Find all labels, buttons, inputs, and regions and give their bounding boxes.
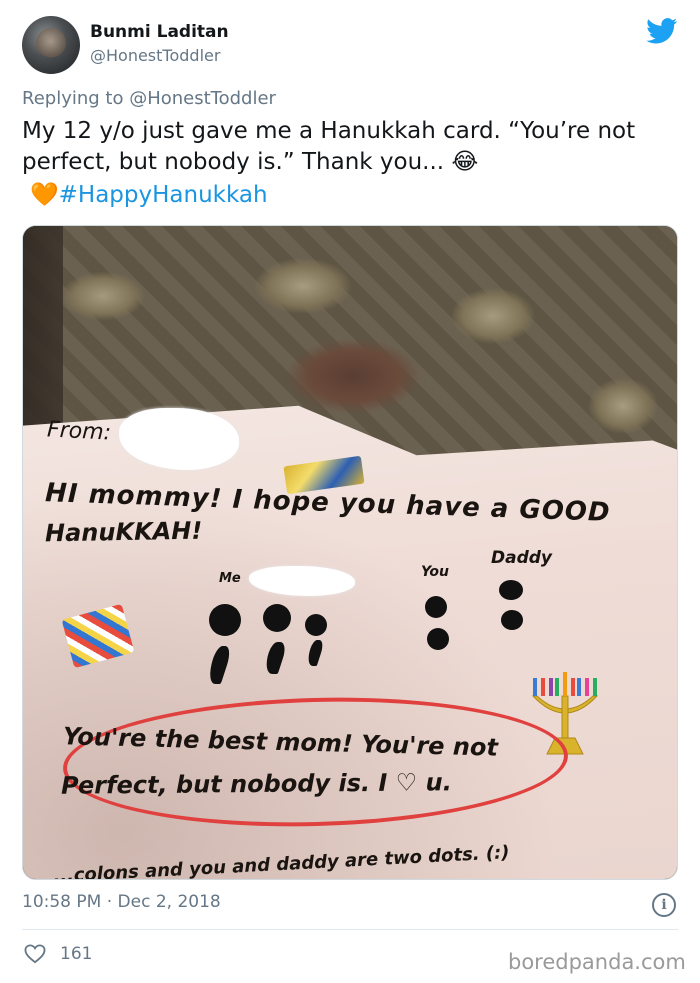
replying-handle-link[interactable]: @HonestToddler <box>129 88 276 109</box>
heart-icon[interactable] <box>24 944 46 964</box>
drawn-dot <box>209 604 241 636</box>
tweet-text: My 12 y/o just gave me a Hanukkah card. … <box>22 118 636 175</box>
author-handle[interactable]: @HonestToddler <box>90 46 220 65</box>
card-label-me: Me <box>219 571 241 586</box>
info-icon[interactable]: i <box>652 893 676 917</box>
orange-heart-icon: 🧡 <box>30 182 59 208</box>
divider <box>22 929 678 930</box>
hashtag-link[interactable]: #HappyHanukkah <box>59 182 268 208</box>
hashtag-line: 🧡#HappyHanukkah <box>30 180 268 211</box>
replying-prefix: Replying to <box>22 88 130 109</box>
drawn-dot <box>501 610 523 630</box>
author-name[interactable]: Bunmi Laditan <box>90 22 229 42</box>
tweet-photo[interactable]: From: HI mommy! I hope you have a GOOD H… <box>22 225 678 880</box>
watermark: boredpanda.com <box>508 950 686 974</box>
drawn-dot <box>425 596 447 618</box>
drawn-dot <box>499 580 523 600</box>
twitter-bird-icon[interactable] <box>646 18 678 44</box>
card-label-daddy: Daddy <box>491 548 553 568</box>
like-count: 161 <box>60 944 93 964</box>
drawn-dot <box>427 628 449 650</box>
tweet-timestamp[interactable]: 10:58 PM · Dec 2, 2018 <box>22 892 221 912</box>
card-label-you: You <box>421 564 449 580</box>
avatar[interactable] <box>22 16 80 74</box>
card-greeting-line2: HanuKKAH! <box>44 516 203 548</box>
tweet-card: Bunmi Laditan @HonestToddler Replying to… <box>0 0 700 983</box>
drawn-dot <box>263 604 291 632</box>
replying-to: Replying to @HonestToddler <box>22 88 276 109</box>
card-message-line2: Perfect, but nobody is. I ♡ u. <box>60 768 452 800</box>
drawn-dot <box>305 614 327 636</box>
card-from-label: From: <box>46 417 112 446</box>
